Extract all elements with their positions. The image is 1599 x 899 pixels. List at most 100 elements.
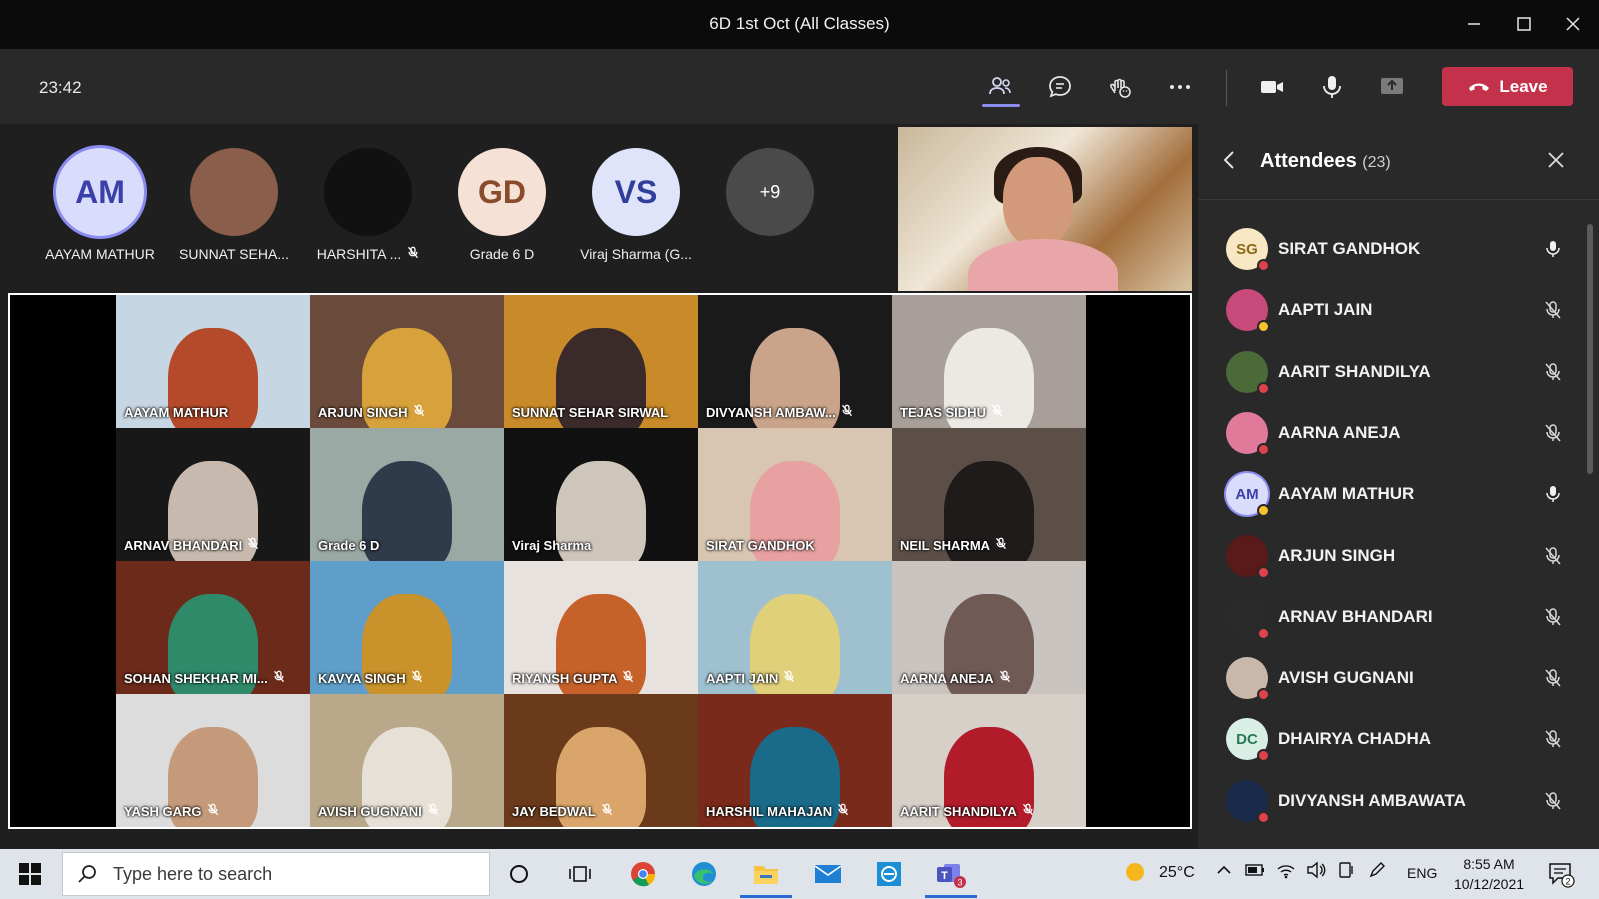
video-tile[interactable]: AVISH GUGNANI [310,694,504,827]
close-window-icon[interactable] [1558,10,1588,38]
attendee-row[interactable]: DC DHAIRYA CHADHA [1226,713,1566,765]
system-clock[interactable]: 8:55 AM 10/12/2021 [1444,854,1534,894]
video-tile[interactable]: TEJAS SIDHU [892,295,1086,428]
participant-avatar[interactable]: HARSHITA ... [298,148,438,262]
participant-avatar[interactable]: VS Viraj Sharma (G... [566,148,706,262]
video-tile[interactable]: AAYAM MATHUR [116,295,310,428]
attendee-row[interactable]: AARIT SHANDILYA [1226,346,1566,398]
video-tile[interactable]: AAPTI JAIN [698,561,892,694]
video-tile[interactable]: HARSHIL MAHAJAN [698,694,892,827]
tile-name: SOHAN SHEKHAR MI... [124,670,285,686]
tile-name-label: DIVYANSH AMBAW... [706,404,836,420]
battery-icon[interactable] [1245,863,1265,881]
video-tile[interactable]: ARJUN SINGH [310,295,504,428]
tile-name-label: SUNNAT SEHAR SIRWAL [512,405,669,420]
weather-temp[interactable]: 25°C [1159,864,1195,882]
mic-off-icon [247,537,259,553]
cortana-icon[interactable] [502,858,536,890]
video-tile[interactable]: ARNAV BHANDARI [116,428,310,561]
mail-icon[interactable] [811,858,845,890]
attendees-panel: Attendees (23) SG SIRAT GANDHOK AAPTI JAIN… [1198,124,1599,849]
chrome-icon[interactable] [626,858,660,890]
meeting-stage: AM AAYAM MATHUR SUNNAT SEHA... HARSHITA ...… [0,124,1198,849]
participant-avatar[interactable]: AM AAYAM MATHUR [30,148,170,262]
mic-off-icon [411,670,423,686]
microphone-icon[interactable] [1312,69,1352,105]
tile-name-label: RIYANSH GUPTA [512,670,618,686]
device-icon[interactable] [1337,861,1355,883]
attendee-row[interactable]: AARNA ANEJA [1226,407,1566,459]
attendee-row[interactable]: ARJUN SINGH [1226,530,1566,582]
attendee-row[interactable]: AM AAYAM MATHUR [1226,468,1566,520]
share-screen-icon[interactable] [1372,69,1412,105]
tile-name-label: Grade 6 D [318,538,380,553]
tile-name: AARNA ANEJA [900,670,1011,686]
tile-name: AAYAM MATHUR [124,405,228,420]
video-tile[interactable]: YASH GARG [116,694,310,827]
notifications-icon[interactable]: 2 [1546,859,1576,893]
attendee-row[interactable]: SG SIRAT GANDHOK [1226,223,1566,275]
back-chevron-icon[interactable] [1222,150,1236,176]
volume-icon[interactable] [1306,861,1326,883]
attendee-photo [1226,289,1270,334]
chevron-up-icon[interactable] [1216,863,1232,881]
mic-off-icon [207,803,219,819]
video-tile[interactable]: SUNNAT SEHAR SIRWAL [504,295,698,428]
attendee-photo [1226,595,1270,640]
video-tile[interactable]: SIRAT GANDHOK [698,428,892,561]
video-tile[interactable]: Grade 6 D [310,428,504,561]
presence-status-icon [1257,688,1270,702]
camera-icon[interactable] [1252,69,1292,105]
windows-start-icon[interactable] [18,862,42,891]
file-explorer-icon[interactable] [749,858,783,890]
attendees-scrollbar[interactable] [1587,224,1593,474]
attendee-row[interactable]: AAPTI JAIN [1226,284,1566,336]
video-tile[interactable]: KAVYA SINGH [310,561,504,694]
tile-name: SUNNAT SEHAR SIRWAL [512,405,668,420]
video-tile[interactable]: NEIL SHARMA [892,428,1086,561]
tile-name: TEJAS SIDHU [900,404,1003,420]
video-tile[interactable]: JAY BEDWAL [504,694,698,827]
task-view-icon[interactable] [563,858,597,890]
wifi-icon[interactable] [1276,861,1296,883]
avatar-photo [324,148,412,236]
tile-name: RIYANSH GUPTA [512,670,634,686]
minimize-icon[interactable] [1459,10,1489,38]
app-icon[interactable] [872,858,906,890]
tile-name: ARNAV BHANDARI [124,537,259,553]
pen-icon[interactable] [1368,861,1386,883]
attendee-row[interactable]: DIVYANSH AMBAWATA [1226,775,1566,827]
mic-off-icon [622,670,634,686]
participant-avatar[interactable]: SUNNAT SEHA... [164,148,304,262]
maximize-icon[interactable] [1509,10,1539,38]
video-tile[interactable]: Viraj Sharma [504,428,698,561]
close-panel-icon[interactable] [1547,148,1565,176]
participant-avatar[interactable]: GD Grade 6 D [432,148,572,262]
self-view-video[interactable] [898,127,1192,291]
leave-button[interactable]: Leave [1442,67,1573,106]
attendee-name: ARNAV BHANDARI [1278,606,1433,626]
chat-icon[interactable] [1040,69,1080,105]
video-tile[interactable]: RIYANSH GUPTA [504,561,698,694]
edge-icon[interactable] [687,858,721,890]
participant-avatar[interactable]: +9 [700,148,840,236]
participants-icon[interactable] [980,69,1020,105]
mic-off-icon [995,537,1007,553]
reactions-icon[interactable] [1100,69,1140,105]
video-tile[interactable]: AARIT SHANDILYA [892,694,1086,827]
attendee-row[interactable]: AVISH GUGNANI [1226,652,1566,704]
taskbar-search-box[interactable]: Type here to search [62,852,490,896]
tile-name-label: YASH GARG [124,803,202,819]
video-tile[interactable]: AARNA ANEJA [892,561,1086,694]
attendee-row[interactable]: ARNAV BHANDARI [1226,591,1566,643]
video-tile[interactable]: SOHAN SHEKHAR MI... [116,561,310,694]
weather-icon[interactable] [1124,861,1146,887]
teams-icon[interactable]: T3 [934,858,968,890]
tile-name-label: AAPTI JAIN [706,670,779,686]
video-tile[interactable]: DIVYANSH AMBAW... [698,295,892,428]
shared-content-gallery[interactable]: AAYAM MATHUR ARJUN SINGH SUNNAT SEHAR SIRW… [8,293,1192,829]
window-title: 6D 1st Oct (All Classes) [709,14,890,33]
language-indicator[interactable]: ENG [1407,865,1437,881]
avatar-initials: +9 [726,148,814,236]
more-options-icon[interactable] [1160,69,1200,105]
